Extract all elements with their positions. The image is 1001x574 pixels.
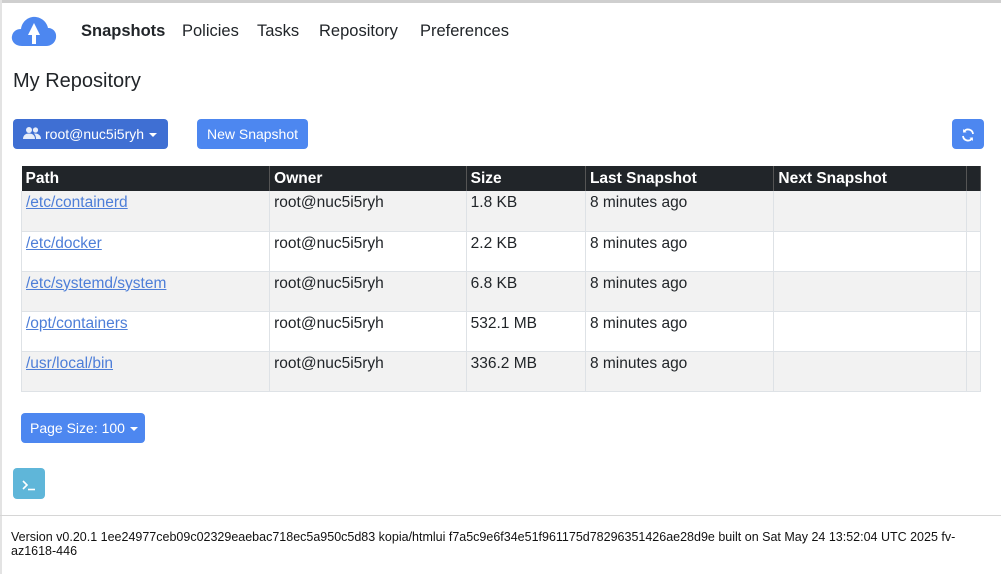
page-size-dropdown[interactable]: Page Size: 100 xyxy=(21,413,145,443)
col-header-owner[interactable]: Owner xyxy=(269,166,467,191)
cell-path: /usr/local/bin xyxy=(20,351,271,392)
cell-path: /etc/docker xyxy=(20,231,271,272)
terminal-button[interactable] xyxy=(13,468,45,499)
navbar: Snapshots Policies Tasks Repository Pref… xyxy=(0,3,1001,59)
cell-owner: root@nuc5i5ryh xyxy=(269,351,467,392)
page-title: My Repository xyxy=(13,70,141,92)
path-link[interactable]: /usr/local/bin xyxy=(26,355,113,372)
cell-size: 532.1 MB xyxy=(466,311,586,352)
table-row: /etc/systemd/system root@nuc5i5ryh 6.8 K… xyxy=(20,271,982,312)
cell-path: /etc/containerd xyxy=(20,191,271,232)
nav-preferences[interactable]: Preferences xyxy=(420,22,509,41)
new-snapshot-button[interactable]: New Snapshot xyxy=(197,119,308,149)
cell-last-snapshot: 8 minutes ago xyxy=(585,351,775,392)
cell-size: 336.2 MB xyxy=(466,351,586,392)
nav-tasks[interactable]: Tasks xyxy=(257,22,299,41)
cell-next-snapshot xyxy=(773,191,967,232)
cell-extra xyxy=(966,311,982,352)
path-link[interactable]: /opt/containers xyxy=(26,315,128,332)
table-row: /usr/local/bin root@nuc5i5ryh 336.2 MB 8… xyxy=(20,351,982,392)
col-header-last-snapshot[interactable]: Last Snapshot xyxy=(585,166,775,191)
window-left-edge xyxy=(0,0,2,574)
version-footer: Version v0.20.1 1ee24977ceb09c02329eaeba… xyxy=(11,530,956,558)
nav-repository[interactable]: Repository xyxy=(319,22,398,41)
page-size-label: Page Size: 100 xyxy=(30,420,125,436)
cell-path: /opt/containers xyxy=(20,311,271,352)
cell-last-snapshot: 8 minutes ago xyxy=(585,191,775,232)
footer-divider xyxy=(0,515,1001,516)
cell-extra xyxy=(966,191,982,232)
terminal-icon xyxy=(21,476,37,492)
cell-size: 1.8 KB xyxy=(466,191,586,232)
cloud-logo-icon[interactable] xyxy=(11,15,57,49)
user-filter-dropdown[interactable]: root@nuc5i5ryh xyxy=(13,119,168,149)
cell-next-snapshot xyxy=(773,231,967,272)
cell-last-snapshot: 8 minutes ago xyxy=(585,231,775,272)
table-row: /etc/containerd root@nuc5i5ryh 1.8 KB 8 … xyxy=(20,191,982,232)
cell-owner: root@nuc5i5ryh xyxy=(269,191,467,232)
refresh-icon xyxy=(961,126,975,142)
cell-extra xyxy=(966,271,982,312)
cell-extra xyxy=(966,351,982,392)
nav-policies[interactable]: Policies xyxy=(182,22,239,41)
cell-last-snapshot: 8 minutes ago xyxy=(585,311,775,352)
cell-path: /etc/systemd/system xyxy=(20,271,271,312)
cell-size: 2.2 KB xyxy=(466,231,586,272)
path-link[interactable]: /etc/containerd xyxy=(26,194,128,211)
col-header-next-snapshot[interactable]: Next Snapshot xyxy=(773,166,967,191)
cell-extra xyxy=(966,231,982,272)
cell-last-snapshot: 8 minutes ago xyxy=(585,271,775,312)
cell-owner: root@nuc5i5ryh xyxy=(269,311,467,352)
nav-snapshots[interactable]: Snapshots xyxy=(81,22,165,41)
col-header-extra xyxy=(966,166,982,191)
cell-owner: root@nuc5i5ryh xyxy=(269,231,467,272)
path-link[interactable]: /etc/docker xyxy=(26,235,102,252)
table-row: /etc/docker root@nuc5i5ryh 2.2 KB 8 minu… xyxy=(20,231,982,272)
caret-down-icon xyxy=(129,427,138,432)
col-header-size[interactable]: Size xyxy=(466,166,586,191)
cell-next-snapshot xyxy=(773,311,967,352)
table-row: /opt/containers root@nuc5i5ryh 532.1 MB … xyxy=(20,311,982,352)
user-filter-label: root@nuc5i5ryh xyxy=(45,126,145,142)
cell-size: 6.8 KB xyxy=(466,271,586,312)
refresh-button[interactable] xyxy=(952,119,984,149)
cell-next-snapshot xyxy=(773,271,967,312)
col-header-path[interactable]: Path xyxy=(21,166,271,191)
cell-next-snapshot xyxy=(773,351,967,392)
snapshots-table: Path Owner Size Last Snapshot Next Snaps… xyxy=(20,166,982,392)
users-icon xyxy=(23,120,41,150)
caret-down-icon xyxy=(149,133,158,138)
path-link[interactable]: /etc/systemd/system xyxy=(26,275,166,292)
table-header-row: Path Owner Size Last Snapshot Next Snaps… xyxy=(21,166,982,191)
cell-owner: root@nuc5i5ryh xyxy=(269,271,467,312)
